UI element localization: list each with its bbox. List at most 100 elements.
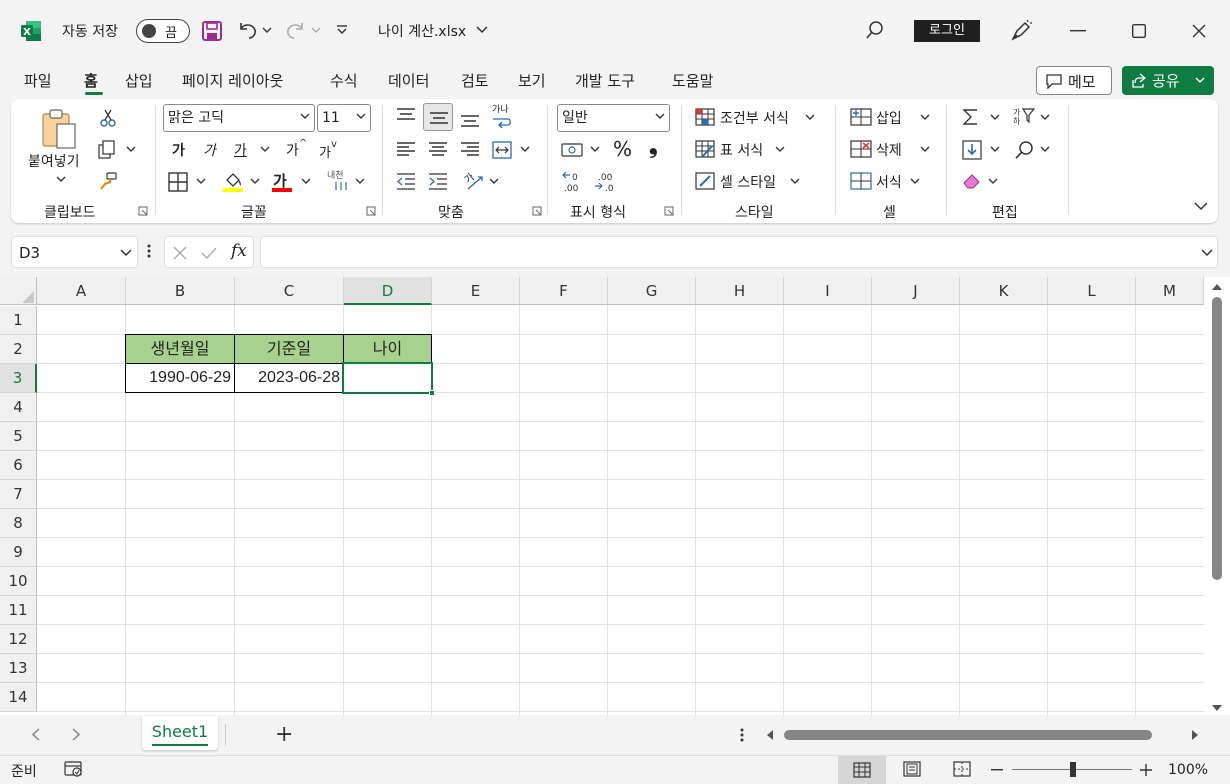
row-header-10[interactable]: 10: [0, 567, 37, 596]
row-header-12[interactable]: 12: [0, 625, 37, 654]
borders-icon[interactable]: [168, 172, 188, 192]
column-header-m[interactable]: M: [1136, 277, 1204, 305]
designer-pen-icon[interactable]: [1009, 19, 1033, 43]
cell-c3[interactable]: 2023-06-28: [234, 363, 344, 393]
row-header-4[interactable]: 4: [0, 393, 37, 422]
tab-view[interactable]: 보기: [518, 70, 546, 91]
shrink-font-button[interactable]: 가: [319, 142, 331, 161]
tab-help[interactable]: 도움말: [672, 70, 713, 91]
underline-button[interactable]: 가: [234, 140, 247, 160]
tab-split-grip-icon[interactable]: [740, 728, 744, 742]
bold-button[interactable]: 가: [172, 140, 185, 160]
row-header-8[interactable]: 8: [0, 509, 37, 538]
cell-c2[interactable]: 기준일: [234, 334, 344, 364]
format-cells-button[interactable]: 서식: [876, 172, 902, 192]
clear-dropdown-icon[interactable]: [988, 178, 998, 185]
orientation-dropdown-icon[interactable]: [489, 178, 499, 185]
column-header-d[interactable]: D: [344, 277, 432, 305]
column-header-a[interactable]: A: [37, 277, 126, 305]
tab-developer[interactable]: 개발 도구: [575, 70, 635, 91]
autosum-icon[interactable]: [962, 108, 980, 126]
cut-icon[interactable]: [98, 108, 118, 128]
comma-style-button[interactable]: ❟: [649, 134, 658, 159]
find-select-icon[interactable]: [1014, 140, 1034, 160]
tab-review[interactable]: 검토: [461, 70, 489, 91]
column-header-j[interactable]: J: [872, 277, 960, 305]
view-normal-button[interactable]: [838, 756, 886, 784]
format-painter-icon[interactable]: [98, 171, 118, 191]
maximize-icon[interactable]: [1132, 24, 1146, 38]
customize-qat-icon[interactable]: [336, 24, 348, 36]
delete-cells-button[interactable]: 삭제: [876, 140, 902, 160]
paste-label[interactable]: 붙여넣기: [28, 151, 80, 171]
zoom-level[interactable]: 100%: [1168, 762, 1208, 778]
align-right-icon[interactable]: [460, 142, 480, 158]
zoom-in-icon[interactable]: [1140, 764, 1152, 776]
tab-insert[interactable]: 삽입: [125, 70, 153, 91]
scroll-right-icon[interactable]: [1191, 730, 1199, 740]
fill-down-icon[interactable]: [962, 140, 982, 160]
sort-filter-icon[interactable]: 가하: [1012, 106, 1036, 126]
column-header-c[interactable]: C: [235, 277, 344, 305]
undo-dropdown-icon[interactable]: [262, 26, 272, 34]
file-name[interactable]: 나이 계산.xlsx: [378, 21, 466, 41]
accounting-format-icon[interactable]: [561, 141, 585, 159]
column-header-g[interactable]: G: [608, 277, 696, 305]
undo-icon[interactable]: [236, 19, 258, 41]
phonetic-dropdown-icon[interactable]: [355, 178, 365, 185]
cell-d2[interactable]: 나이: [343, 334, 432, 364]
accessibility-icon[interactable]: [64, 761, 84, 777]
column-header-h[interactable]: H: [696, 277, 784, 305]
row-header-13[interactable]: 13: [0, 654, 37, 683]
sheet-tab-sheet1[interactable]: Sheet1: [142, 716, 218, 750]
conditional-format-icon[interactable]: [695, 108, 715, 126]
page-break-view-icon[interactable]: [953, 761, 971, 777]
clear-icon[interactable]: [962, 172, 982, 190]
insert-cells-icon[interactable]: [850, 108, 872, 126]
horizontal-scroll-thumb[interactable]: [784, 730, 1152, 740]
font-color-dropdown-icon[interactable]: [301, 178, 311, 185]
number-launcher-icon[interactable]: [664, 206, 674, 216]
alignment-launcher-icon[interactable]: [532, 206, 542, 216]
format-as-table-button[interactable]: 표 서식: [720, 140, 763, 160]
column-header-k[interactable]: K: [960, 277, 1048, 305]
row-header-14[interactable]: 14: [0, 683, 37, 712]
phonetic-guide-button[interactable]: 내천: [327, 168, 344, 181]
tab-home[interactable]: 홈: [84, 70, 98, 91]
find-select-dropdown-icon[interactable]: [1040, 146, 1050, 153]
align-left-icon[interactable]: [396, 142, 416, 158]
increase-decimal-icon[interactable]: 0.00: [562, 171, 586, 193]
cell-styles-icon[interactable]: [695, 172, 715, 190]
wrap-text-button[interactable]: 가나: [492, 106, 509, 115]
underline-dropdown-icon[interactable]: [260, 146, 270, 153]
italic-button[interactable]: 가: [203, 140, 216, 160]
comments-button[interactable]: 메모: [1036, 66, 1112, 95]
redo-dropdown-icon[interactable]: [311, 26, 321, 34]
row-header-7[interactable]: 7: [0, 480, 37, 509]
row-header-2[interactable]: 2: [0, 335, 37, 364]
accounting-dropdown-icon[interactable]: [590, 146, 600, 153]
align-top-icon[interactable]: [396, 108, 416, 124]
scroll-up-icon[interactable]: [1212, 283, 1222, 291]
column-header-b[interactable]: B: [126, 277, 235, 305]
autosum-dropdown-icon[interactable]: [990, 114, 1000, 121]
decrease-indent-icon[interactable]: [396, 173, 416, 191]
merge-center-icon[interactable]: [492, 141, 512, 159]
column-header-i[interactable]: I: [784, 277, 872, 305]
font-size-combo[interactable]: 11: [317, 104, 371, 132]
sort-filter-dropdown-icon[interactable]: [1040, 114, 1050, 121]
zoom-out-icon[interactable]: [991, 769, 1003, 771]
share-button[interactable]: 공유: [1122, 66, 1214, 95]
cancel-entry-icon[interactable]: [173, 246, 187, 260]
page-layout-view-icon[interactable]: [903, 761, 921, 777]
copy-dropdown-icon[interactable]: [126, 146, 136, 153]
expand-formula-icon[interactable]: [1201, 249, 1213, 257]
name-box[interactable]: D3: [11, 236, 138, 268]
tab-page-layout[interactable]: 페이지 레이아웃: [182, 70, 283, 91]
align-center-icon[interactable]: [428, 142, 448, 158]
autosave-toggle[interactable]: 끔: [136, 19, 190, 43]
row-header-6[interactable]: 6: [0, 451, 37, 480]
prev-sheet-icon[interactable]: [31, 728, 40, 741]
fill-color-icon[interactable]: [222, 170, 244, 192]
borders-dropdown-icon[interactable]: [196, 178, 206, 185]
